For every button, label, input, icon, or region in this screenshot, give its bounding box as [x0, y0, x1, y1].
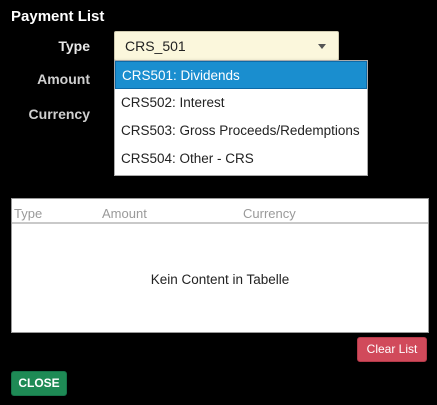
dropdown-option-crs503[interactable]: CRS503: Gross Proceeds/Redemptions — [115, 117, 367, 145]
currency-label: Currency — [28, 106, 90, 122]
payment-table: Type Amount Currency Kein Content in Tab… — [11, 198, 429, 333]
column-header-currency[interactable]: Currency — [243, 206, 296, 221]
amount-label: Amount — [37, 71, 90, 87]
column-header-amount[interactable]: Amount — [102, 206, 147, 221]
type-dropdown-list: CRS501: Dividends CRS502: Interest CRS50… — [114, 60, 368, 176]
clear-list-button[interactable]: Clear List — [357, 337, 427, 362]
dialog-title: Payment List — [11, 8, 105, 25]
type-select-value: CRS_501 — [125, 38, 186, 54]
dropdown-option-crs504[interactable]: CRS504: Other - CRS — [115, 145, 367, 173]
dropdown-option-crs502[interactable]: CRS502: Interest — [115, 89, 367, 117]
close-button[interactable]: CLOSE — [11, 371, 67, 396]
chevron-down-icon[interactable] — [318, 44, 326, 49]
table-empty-message: Kein Content in Tabelle — [150, 272, 290, 287]
table-header: Type Amount Currency — [12, 199, 428, 224]
type-label: Type — [58, 38, 90, 54]
column-header-type[interactable]: Type — [14, 206, 42, 221]
type-select[interactable]: CRS_501 — [114, 31, 339, 61]
dropdown-option-crs501[interactable]: CRS501: Dividends — [115, 61, 367, 89]
